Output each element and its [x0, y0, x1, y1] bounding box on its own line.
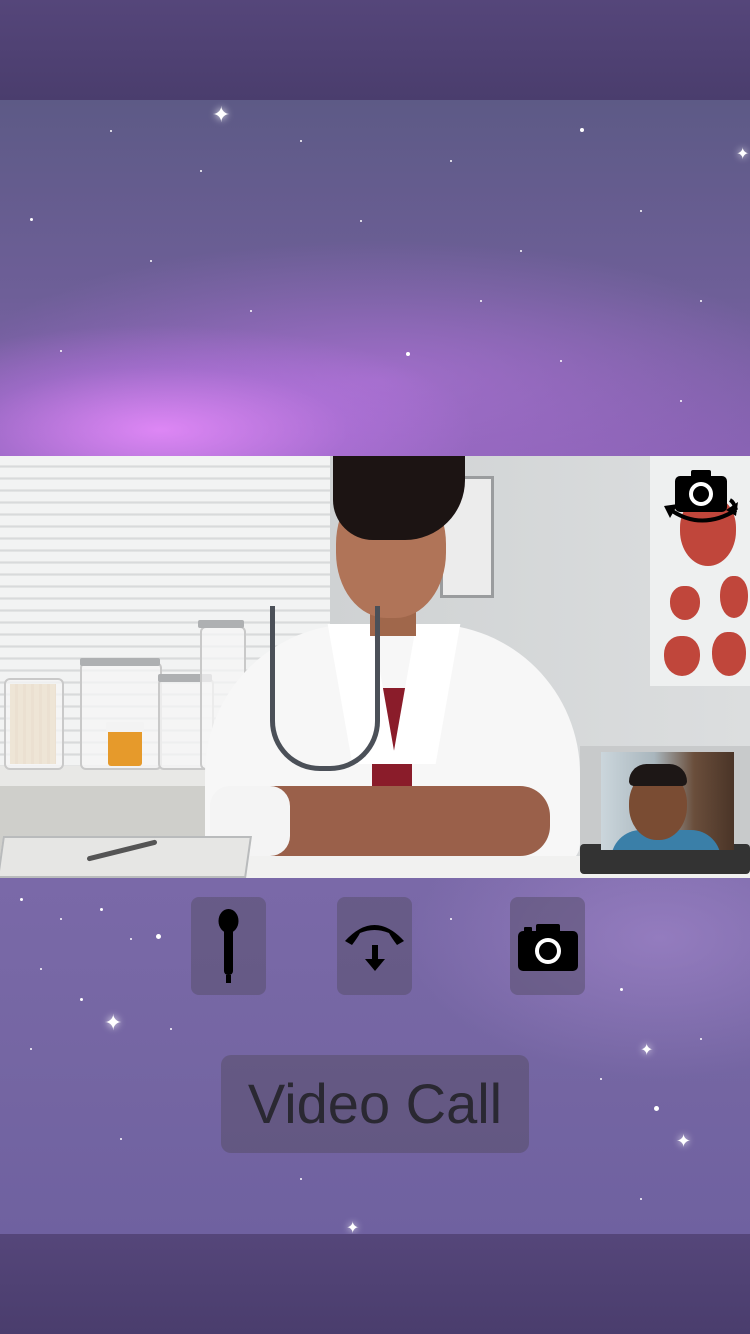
sparkle-star: ✦ [104, 1010, 123, 1035]
camera-button[interactable] [510, 897, 585, 995]
switch-camera-button[interactable] [660, 466, 740, 532]
pill-bottle [108, 726, 142, 766]
microphone-icon [218, 909, 239, 983]
camera-icon [518, 924, 578, 971]
sparkle-star: ✦ [212, 102, 231, 127]
end-call-button[interactable] [337, 897, 412, 995]
switch-camera-icon [664, 470, 738, 523]
sparkle-star: ✦ [736, 146, 750, 163]
bottom-bar [0, 1234, 750, 1334]
remote-video-feed [0, 456, 750, 878]
self-view-video[interactable] [601, 752, 734, 850]
supply-jar [4, 678, 64, 770]
mute-button[interactable] [191, 897, 266, 995]
stethoscope [270, 606, 380, 771]
top-bar [0, 0, 750, 100]
video-call-button[interactable]: Video Call [221, 1055, 529, 1153]
space-background-top: ✦ ✦ [0, 100, 750, 456]
sparkle-star: ✦ [676, 1131, 692, 1151]
hang-up-icon [345, 925, 404, 971]
sparkle-star: ✦ [346, 1220, 360, 1234]
sparkle-star: ✦ [640, 1042, 654, 1059]
clipboard [0, 836, 252, 878]
